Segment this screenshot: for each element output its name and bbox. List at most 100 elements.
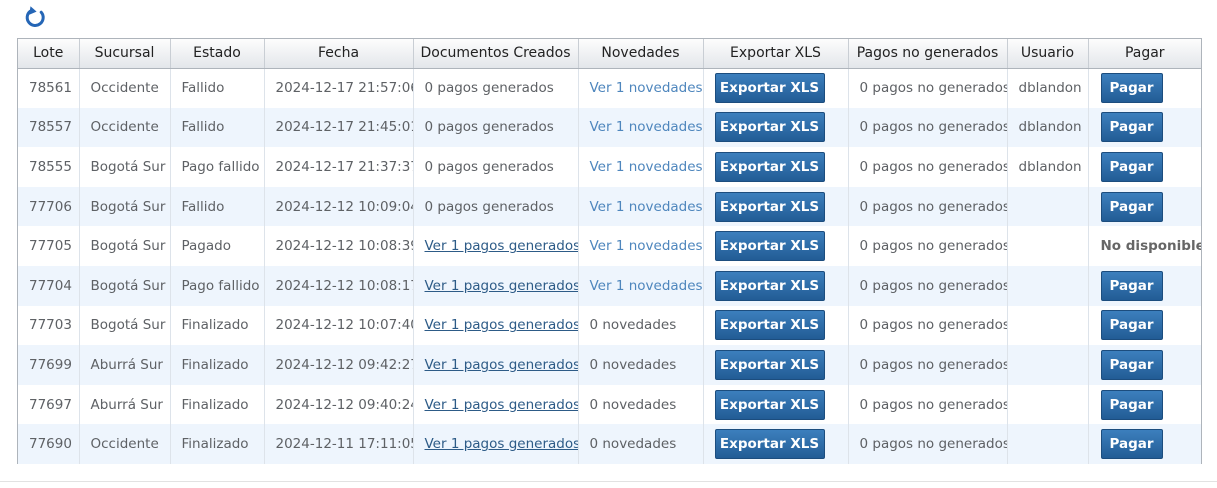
ver-pagos-generados-link[interactable]: Ver 1 pagos generados	[425, 238, 578, 254]
cell-estado: Pagado	[170, 226, 265, 266]
pagar-button[interactable]: Pagar	[1100, 349, 1163, 380]
cell-exportar: Exportar XLS	[703, 384, 849, 425]
exportar-xls-button[interactable]: Exportar XLS	[714, 112, 825, 143]
cell-estado: Finalizado	[170, 384, 265, 425]
cell-sucursal: Bogotá Sur	[79, 226, 171, 266]
cell-pagar: Pagar	[1088, 68, 1201, 108]
cell-pagos-no-generados: 0 pagos no generados	[848, 265, 1008, 306]
cell-lote: 77697	[18, 384, 80, 425]
cell-documentos: Ver 1 pagos generados	[413, 305, 579, 346]
pagar-button[interactable]: Pagar	[1100, 191, 1163, 222]
cell-pagar: Pagar	[1088, 187, 1201, 227]
cell-exportar: Exportar XLS	[703, 68, 849, 108]
cell-exportar: Exportar XLS	[703, 147, 849, 187]
cell-fecha: 2024-12-11 17:11:05	[264, 424, 414, 464]
pagar-button[interactable]: Pagar	[1100, 429, 1163, 460]
ver-novedades-link[interactable]: Ver 1 novedades	[590, 159, 703, 175]
cell-lote: 77704	[18, 265, 80, 306]
exportar-xls-button[interactable]: Exportar XLS	[714, 389, 825, 420]
cell-novedades: Ver 1 novedades	[578, 107, 704, 148]
ver-pagos-generados-link[interactable]: Ver 1 pagos generados	[425, 278, 578, 294]
table-row: 78561 Occidente Fallido 2024-12-17 21:57:06…	[18, 68, 1201, 108]
pagar-button[interactable]: Pagar	[1100, 151, 1163, 182]
cell-lote: 78557	[18, 107, 80, 148]
ver-pagos-generados-link[interactable]: Ver 1 pagos generados	[425, 317, 578, 333]
cell-pagar: Pagar	[1088, 385, 1201, 425]
ver-pagos-generados-link[interactable]: Ver 1 pagos generados	[425, 436, 578, 452]
header-documentos-creados: Documentos Creados	[413, 39, 579, 69]
header-pagos-no-generados: Pagos no generados	[848, 39, 1008, 69]
ver-novedades-link[interactable]: Ver 1 novedades	[590, 199, 703, 215]
exportar-xls-button[interactable]: Exportar XLS	[714, 191, 825, 222]
pagar-button[interactable]: Pagar	[1100, 73, 1163, 104]
cell-usuario: dblandon	[1007, 147, 1089, 187]
exportar-xls-button[interactable]: Exportar XLS	[714, 151, 825, 182]
ver-novedades-link[interactable]: Ver 1 novedades	[590, 119, 703, 135]
cell-exportar: Exportar XLS	[703, 186, 849, 227]
cell-documentos: 0 pagos generados	[413, 68, 579, 108]
exportar-xls-button[interactable]: Exportar XLS	[714, 310, 825, 341]
cell-pagos-no-generados: 0 pagos no generados	[848, 107, 1008, 148]
cell-usuario	[1007, 186, 1089, 227]
exportar-xls-button[interactable]: Exportar XLS	[714, 349, 825, 380]
cell-pagar: Pagar	[1088, 345, 1201, 385]
exportar-xls-button[interactable]: Exportar XLS	[714, 429, 825, 460]
header-sucursal: Sucursal	[79, 39, 171, 69]
refresh-icon[interactable]	[22, 5, 48, 31]
cell-pagar: No disponible	[1088, 226, 1202, 266]
pagar-button[interactable]: Pagar	[1100, 389, 1163, 420]
cell-novedades: Ver 1 novedades	[578, 226, 704, 266]
cell-estado: Fallido	[170, 68, 265, 108]
cell-novedades: Ver 1 novedades	[578, 147, 704, 187]
cell-lote: 77703	[18, 305, 80, 346]
exportar-xls-button[interactable]: Exportar XLS	[714, 73, 825, 104]
cell-estado: Pago fallido	[170, 265, 265, 306]
cell-documentos: 0 pagos generados	[413, 147, 579, 187]
divider	[0, 481, 1217, 482]
ver-novedades-link[interactable]: Ver 1 novedades	[590, 238, 703, 254]
cell-sucursal: Occidente	[79, 424, 171, 464]
cell-sucursal: Aburrá Sur	[79, 384, 171, 425]
cell-usuario: dblandon	[1007, 68, 1089, 108]
cell-usuario	[1007, 345, 1089, 385]
cell-sucursal: Bogotá Sur	[79, 147, 171, 187]
header-usuario: Usuario	[1007, 39, 1089, 69]
cell-novedades: 0 novedades	[578, 424, 704, 464]
ver-pagos-generados-link[interactable]: Ver 1 pagos generados	[425, 357, 578, 373]
pagar-button[interactable]: Pagar	[1100, 112, 1163, 143]
pagar-button[interactable]: Pagar	[1100, 270, 1163, 301]
ver-novedades-link[interactable]: Ver 1 novedades	[590, 80, 703, 96]
pagar-button[interactable]: Pagar	[1100, 310, 1163, 341]
batches-table-container: Lote Sucursal Estado Fecha Documentos Cr…	[17, 38, 1202, 464]
cell-exportar: Exportar XLS	[703, 305, 849, 346]
cell-pagar: Pagar	[1088, 424, 1201, 464]
cell-sucursal: Occidente	[79, 68, 171, 108]
batches-table: Lote Sucursal Estado Fecha Documentos Cr…	[18, 39, 1201, 464]
cell-fecha: 2024-12-12 09:40:24	[264, 384, 414, 425]
cell-usuario: dblandon	[1007, 107, 1089, 148]
cell-usuario	[1007, 384, 1089, 425]
cell-sucursal: Bogotá Sur	[79, 305, 171, 346]
table-row: 77697 Aburrá Sur Finalizado 2024-12-12 09:4…	[18, 384, 1201, 425]
cell-exportar: Exportar XLS	[703, 345, 849, 385]
cell-novedades: Ver 1 novedades	[578, 68, 704, 108]
cell-fecha: 2024-12-12 10:07:40	[264, 305, 414, 346]
cell-documentos: Ver 1 pagos generados	[413, 226, 579, 266]
cell-exportar: Exportar XLS	[703, 226, 849, 266]
table-row: 77704 Bogotá Sur Pago fallido 2024-12-12 10…	[18, 265, 1201, 306]
cell-documentos: Ver 1 pagos generados	[413, 265, 579, 306]
cell-fecha: 2024-12-17 21:37:37	[264, 147, 414, 187]
cell-novedades: Ver 1 novedades	[578, 186, 704, 227]
cell-documentos: 0 pagos generados	[413, 107, 579, 148]
exportar-xls-button[interactable]: Exportar XLS	[714, 231, 825, 262]
cell-lote: 77706	[18, 186, 80, 227]
header-lote: Lote	[18, 39, 80, 69]
ver-novedades-link[interactable]: Ver 1 novedades	[590, 278, 703, 294]
cell-lote: 77690	[18, 424, 80, 464]
cell-pagar: Pagar	[1088, 266, 1201, 306]
ver-pagos-generados-link[interactable]: Ver 1 pagos generados	[425, 397, 578, 413]
cell-lote: 78555	[18, 147, 80, 187]
table-row: 77706 Bogotá Sur Fallido 2024-12-12 10:09:0…	[18, 186, 1201, 227]
cell-sucursal: Aburrá Sur	[79, 345, 171, 385]
exportar-xls-button[interactable]: Exportar XLS	[714, 270, 825, 301]
